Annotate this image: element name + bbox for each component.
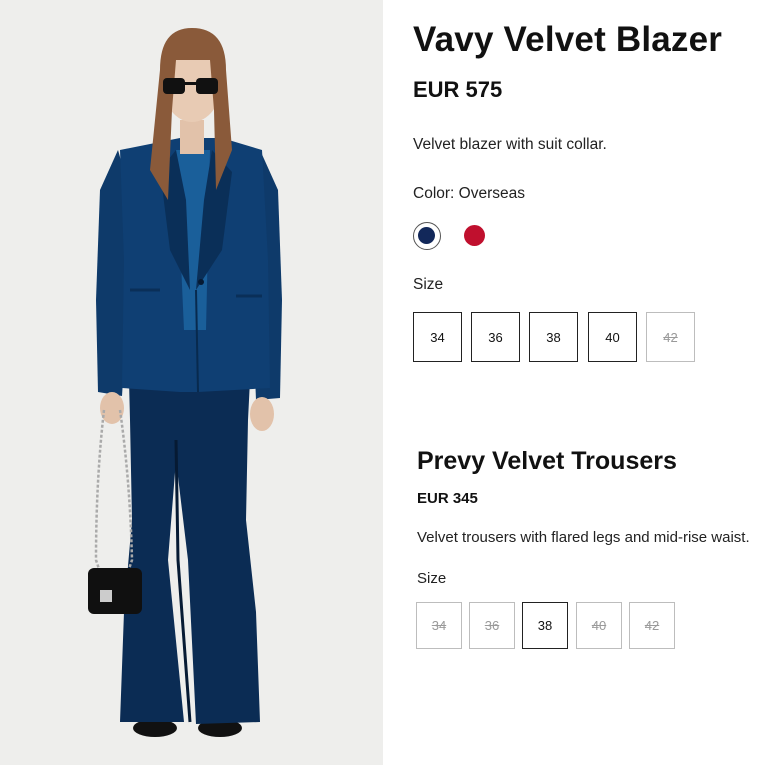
blazer-size-36[interactable]: 36 [471,312,520,362]
handbag [88,568,142,614]
color-swatch-navy[interactable] [413,222,441,250]
trousers-title: Prevy Velvet Trousers [417,447,677,475]
navy-swatch-dot [418,227,435,244]
blazer-size-40[interactable]: 40 [588,312,637,362]
trousers-size-34-unavailable[interactable]: 34 [416,602,462,649]
blazer-size-34[interactable]: 34 [413,312,462,362]
trousers-price: EUR 345 [417,490,478,507]
red-swatch-dot [464,225,485,246]
blazer-title: Vavy Velvet Blazer [413,20,723,59]
blazer-size-label: Size [413,276,444,293]
product-photo [0,0,383,765]
trousers-size-40-unavailable[interactable]: 40 [576,602,622,649]
trousers-size-38-selected[interactable]: 38 [522,602,568,649]
blazer-description: Velvet blazer with suit collar. [413,136,607,153]
blazer-size-42-unavailable[interactable]: 42 [646,312,695,362]
color-swatch-red[interactable] [461,222,489,250]
blazer-price: EUR 575 [413,77,503,102]
blazer-color-label: Color: Overseas [413,185,525,202]
model-illustration [88,28,282,737]
blazer-size-38[interactable]: 38 [529,312,578,362]
trousers-size-label: Size [417,570,447,587]
trousers-size-36-unavailable[interactable]: 36 [469,602,515,649]
trousers-shape [120,340,260,724]
trousers-size-42-unavailable[interactable]: 42 [629,602,675,649]
trousers-description: Velvet trousers with flared legs and mid… [417,529,750,546]
